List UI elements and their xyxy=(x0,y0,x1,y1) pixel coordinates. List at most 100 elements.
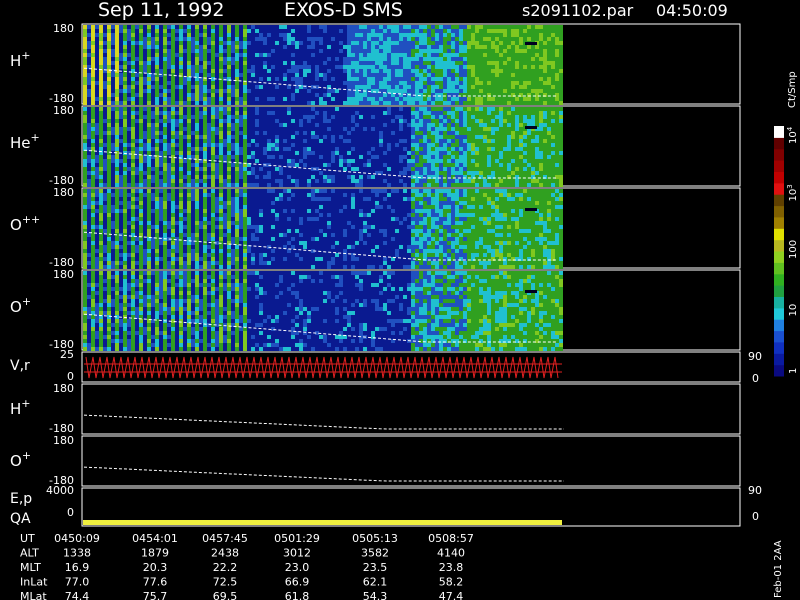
heatmap-cell xyxy=(307,73,311,77)
heatmap-cell xyxy=(119,135,123,139)
heatmap-cell xyxy=(559,65,563,69)
heatmap-cell xyxy=(495,159,499,163)
heatmap-cell xyxy=(183,97,187,101)
heatmap-cell xyxy=(175,143,179,147)
heatmap-cell xyxy=(235,139,239,143)
heatmap-cell xyxy=(91,33,95,37)
heatmap-cell xyxy=(511,73,515,77)
heatmap-cell xyxy=(271,159,275,163)
heatmap-cell xyxy=(103,197,107,201)
heatmap-cell xyxy=(275,159,279,163)
heatmap-cell xyxy=(295,37,299,41)
heatmap-cell xyxy=(335,33,339,37)
heatmap-cell xyxy=(371,81,375,85)
heatmap-cell xyxy=(319,77,323,81)
heatmap-cell xyxy=(115,57,119,61)
heatmap-cell xyxy=(83,213,87,217)
heatmap-cell xyxy=(415,131,419,135)
heatmap-cell xyxy=(163,53,167,57)
heatmap-cell xyxy=(255,61,259,65)
heatmap-cell xyxy=(431,147,435,151)
heatmap-cell xyxy=(487,107,491,111)
heatmap-cell xyxy=(427,77,431,81)
heatmap-cell xyxy=(287,179,291,183)
heatmap-cell xyxy=(91,111,95,115)
heatmap-cell xyxy=(371,93,375,97)
heatmap-cell xyxy=(547,107,551,111)
heatmap-cell xyxy=(391,115,395,119)
heatmap-cell xyxy=(395,89,399,93)
heatmap-cell xyxy=(107,73,111,77)
heatmap-cell xyxy=(431,131,435,135)
heatmap-cell xyxy=(127,93,131,97)
heatmap-cell xyxy=(287,81,291,85)
heatmap-cell xyxy=(207,119,211,123)
heatmap-cell xyxy=(359,37,363,41)
heatmap-cell xyxy=(279,89,283,93)
heatmap-cell xyxy=(507,69,511,73)
heatmap-cell xyxy=(159,167,163,171)
heatmap-cell xyxy=(239,183,243,187)
heatmap-cell xyxy=(415,69,419,73)
heatmap-cell xyxy=(251,171,255,175)
heatmap-cell xyxy=(227,45,231,49)
heatmap-cell xyxy=(335,183,339,187)
heatmap-cell xyxy=(91,127,95,131)
heatmap-cell xyxy=(547,25,551,29)
heatmap-cell xyxy=(519,45,523,49)
heatmap-cell xyxy=(551,61,555,65)
heatmap-cell xyxy=(159,89,163,93)
heatmap-cell xyxy=(175,151,179,155)
heatmap-cell xyxy=(507,49,511,53)
heatmap-cell xyxy=(91,189,95,193)
heatmap-cell xyxy=(251,135,255,139)
heatmap-cell xyxy=(459,89,463,93)
heatmap-cell xyxy=(559,97,563,101)
heatmap-cell xyxy=(123,139,127,143)
heatmap-cell xyxy=(279,53,283,57)
heatmap-cell xyxy=(135,159,139,163)
heatmap-cell xyxy=(191,139,195,143)
heatmap-cell xyxy=(263,123,267,127)
heatmap-cell xyxy=(287,25,291,29)
heatmap-cell xyxy=(207,151,211,155)
heatmap-cell xyxy=(147,107,151,111)
heatmap-cell xyxy=(143,77,147,81)
heatmap-cell xyxy=(83,85,87,89)
heatmap-cell xyxy=(199,175,203,179)
heatmap-cell xyxy=(331,179,335,183)
heatmap-cell xyxy=(331,49,335,53)
heatmap-cell xyxy=(367,143,371,147)
heatmap-cell xyxy=(259,61,263,65)
heatmap-cell xyxy=(331,151,335,155)
heatmap-cell xyxy=(107,143,111,147)
heatmap-cell xyxy=(127,143,131,147)
heatmap-cell xyxy=(83,261,87,265)
heatmap-cell xyxy=(455,139,459,143)
heatmap-cell xyxy=(167,65,171,69)
heatmap-cell xyxy=(459,45,463,49)
heatmap-cell xyxy=(487,77,491,81)
heatmap-cell xyxy=(311,179,315,183)
heatmap-cell xyxy=(423,175,427,179)
heatmap-cell xyxy=(243,41,247,45)
heatmap-cell xyxy=(315,33,319,37)
heatmap-cell xyxy=(299,159,303,163)
heatmap-cell xyxy=(263,171,267,175)
heatmap-cell xyxy=(335,175,339,179)
heatmap-cell xyxy=(255,25,259,29)
heatmap-cell xyxy=(559,179,563,183)
heatmap-cell xyxy=(555,101,559,105)
heatmap-cell xyxy=(99,261,103,265)
heatmap-cell xyxy=(267,93,271,97)
heatmap-cell xyxy=(83,189,87,193)
heatmap-cell xyxy=(83,45,87,49)
heatmap-cell xyxy=(359,143,363,147)
heatmap-cell xyxy=(243,65,247,69)
heatmap-cell xyxy=(427,45,431,49)
heatmap-cell xyxy=(467,69,471,73)
heatmap-cell xyxy=(243,135,247,139)
heatmap-cell xyxy=(179,65,183,69)
heatmap-cell xyxy=(463,29,467,33)
heatmap-cell xyxy=(531,143,535,147)
